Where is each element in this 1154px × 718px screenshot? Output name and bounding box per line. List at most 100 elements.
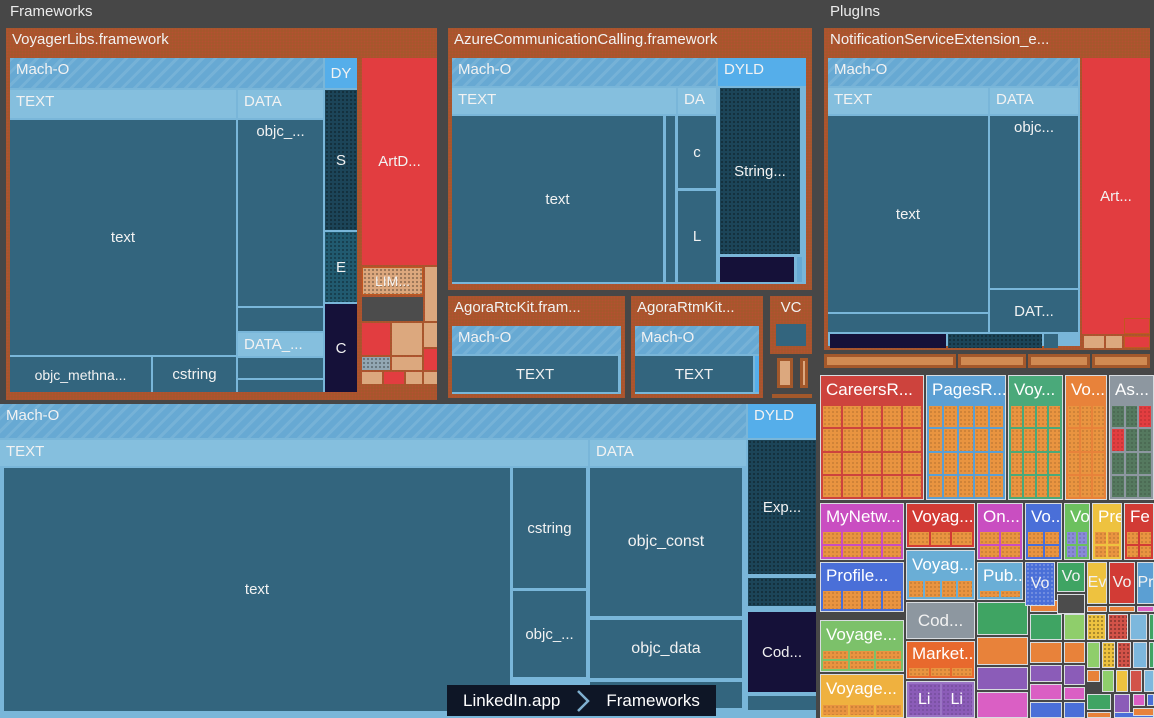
voyager-dataconst-band[interactable]: DATA_... <box>238 333 323 356</box>
treemap-cell[interactable] <box>863 453 881 474</box>
treemap-cell[interactable] <box>1093 406 1104 427</box>
plugin-cell[interactable] <box>1137 606 1154 612</box>
nse-navy-strip[interactable] <box>830 334 946 348</box>
nse-art-resource[interactable]: Art... <box>1082 58 1150 334</box>
azure-text-section[interactable]: text <box>452 116 663 282</box>
azure-thin-section[interactable] <box>666 116 675 282</box>
treemap-cell[interactable] <box>823 661 848 669</box>
voyager-red-resource[interactable] <box>362 323 390 355</box>
nse-strip-section[interactable] <box>828 314 988 332</box>
treemap-cell[interactable] <box>1078 532 1087 544</box>
plugin-cell[interactable] <box>977 667 1028 690</box>
plugin-on-group-header[interactable]: On... <box>978 504 1022 530</box>
voyager-tan-resource[interactable] <box>406 372 422 384</box>
main-dyld-band[interactable]: DYLD <box>748 404 816 438</box>
plugin-voyage-group-header[interactable]: Voyage... <box>821 675 903 703</box>
treemap-cell[interactable] <box>952 532 972 545</box>
plugin-careersr-group-header[interactable]: CareersR... <box>821 376 923 404</box>
plugin-cell[interactable] <box>1030 642 1062 663</box>
nse-tan-resource[interactable] <box>1084 336 1104 348</box>
treemap-cell[interactable] <box>1024 406 1035 427</box>
plugin-cell[interactable] <box>1116 670 1128 692</box>
voyager-text-section[interactable]: text <box>10 120 236 355</box>
plugin-cell[interactable] <box>1117 642 1131 668</box>
treemap-cell[interactable] <box>883 429 901 450</box>
plugin-mynetw-group[interactable]: MyNetw... <box>820 503 904 560</box>
treemap-cell[interactable] <box>1112 429 1124 450</box>
nse-dat-section[interactable]: DAT... <box>990 290 1078 332</box>
voyager-red-resource[interactable] <box>424 349 437 370</box>
treemap-cell[interactable] <box>1081 406 1092 427</box>
agorartm-macho-band[interactable]: Mach-O <box>635 326 759 354</box>
treemap-cell[interactable] <box>1024 453 1035 474</box>
treemap-cell[interactable] <box>823 532 841 544</box>
main-teal-strip[interactable] <box>748 696 816 710</box>
treemap-cell[interactable] <box>1028 532 1043 544</box>
voyager-objc-section[interactable]: objc_... <box>238 120 323 306</box>
plugin-market-group-header[interactable]: Market... <box>907 642 974 666</box>
treemap-cell[interactable] <box>1024 429 1035 450</box>
azure-string-section[interactable]: String... <box>720 88 800 254</box>
treemap-cell[interactable] <box>929 406 942 427</box>
plugin-pagesr-group-header[interactable]: PagesR... <box>927 376 1005 404</box>
main-objc-data-section[interactable]: objc_data <box>590 620 742 678</box>
nse-text-section[interactable]: text <box>828 116 988 312</box>
voyager-artd-resource[interactable]: ArtD... <box>362 58 437 265</box>
main-codesign-section[interactable]: Cod... <box>748 612 816 692</box>
treemap-cell[interactable] <box>876 705 901 715</box>
breadcrumb-item-frameworks[interactable]: Frameworks <box>590 685 716 716</box>
plugin-cell[interactable] <box>977 692 1028 718</box>
plugin-cell[interactable] <box>1087 606 1107 612</box>
plugin-voyag-group-header[interactable]: Voyag... <box>907 504 974 530</box>
agorartc-text-section[interactable]: TEXT <box>452 356 618 392</box>
plugin-cell[interactable] <box>1064 665 1085 685</box>
treemap-cell[interactable] <box>1126 453 1138 474</box>
treemap-cell[interactable] <box>1139 453 1151 474</box>
plugin-vo-group-header[interactable]: Vo... <box>1066 376 1106 404</box>
main-exports-section[interactable]: Exp... <box>748 440 816 574</box>
treemap-cell[interactable] <box>883 591 901 609</box>
treemap-cell[interactable] <box>1095 532 1106 544</box>
treemap-cell[interactable] <box>823 453 841 474</box>
voyager-data-small-section[interactable] <box>238 308 323 331</box>
treemap-cell[interactable] <box>1068 476 1079 497</box>
treemap-cell[interactable] <box>823 546 841 558</box>
treemap-cell[interactable] <box>863 406 881 427</box>
plugin-mynetw-group-header[interactable]: MyNetw... <box>821 504 903 530</box>
treemap-cell[interactable] <box>944 453 957 474</box>
main-text-band[interactable]: TEXT <box>0 440 588 466</box>
treemap-cell[interactable] <box>843 476 861 497</box>
voyager-tan-resource[interactable] <box>424 372 437 384</box>
main-data-band[interactable]: DATA <box>590 440 746 466</box>
plugin-vo-group[interactable]: Vo <box>1109 562 1135 604</box>
plugin-vo-group[interactable]: Vo... <box>1025 503 1062 560</box>
treemap-cell[interactable]: Li <box>942 684 973 715</box>
plugin-voy-group-header[interactable]: Voy... <box>1009 376 1062 404</box>
treemap-cell[interactable] <box>823 591 841 609</box>
treemap-cell[interactable] <box>1001 591 1020 597</box>
treemap-cell[interactable] <box>931 668 951 676</box>
treemap-cell[interactable] <box>1108 532 1119 544</box>
plugin-cod-group[interactable]: Cod... <box>906 602 975 639</box>
treemap-cell[interactable] <box>823 651 848 659</box>
treemap-cell[interactable] <box>929 476 942 497</box>
treemap-cell[interactable] <box>1067 546 1076 558</box>
treemap-cell[interactable] <box>1068 429 1079 450</box>
treemap-cell[interactable] <box>843 546 861 558</box>
treemap-cell[interactable] <box>944 476 957 497</box>
treemap-cell[interactable] <box>1127 546 1138 558</box>
main-cstring-section[interactable]: cstring <box>513 468 586 588</box>
treemap-cell[interactable] <box>980 532 999 544</box>
treemap-cell[interactable] <box>1081 476 1092 497</box>
treemap-cell[interactable] <box>1095 546 1106 558</box>
plugin-pagesr-group[interactable]: PagesR... <box>926 375 1006 500</box>
nse-tan-resource[interactable] <box>1106 336 1122 348</box>
treemap-cell[interactable] <box>843 453 861 474</box>
azure-c-section[interactable]: c <box>678 116 716 188</box>
treemap-cell[interactable] <box>980 546 999 558</box>
main-text-section[interactable]: text <box>4 468 510 711</box>
treemap-cell[interactable] <box>990 429 1003 450</box>
treemap-cell[interactable] <box>863 429 881 450</box>
plugin-vo-group[interactable]: Vo <box>1025 562 1055 606</box>
treemap-cell[interactable] <box>1067 532 1076 544</box>
